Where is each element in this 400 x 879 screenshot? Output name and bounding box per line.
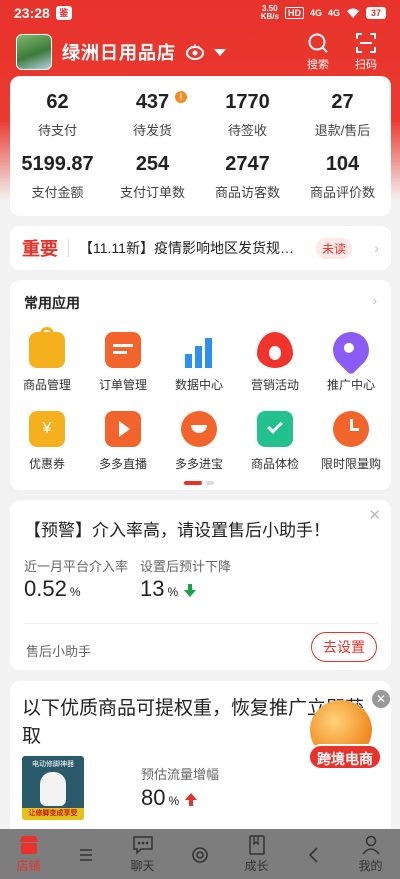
- app-live-stream[interactable]: 多多直播: [86, 411, 160, 472]
- tab-menu[interactable]: [57, 829, 114, 879]
- close-icon[interactable]: ✕: [372, 690, 390, 708]
- announcement-text: 【11.11新】疫情影响地区发货规…: [79, 240, 294, 256]
- signal-4g-2: 4G: [327, 8, 340, 18]
- shopping-bag-icon: [29, 327, 65, 368]
- tab-chat[interactable]: 聊天: [114, 829, 171, 879]
- rocket-icon: [325, 324, 377, 376]
- important-tag: 重要: [22, 239, 58, 259]
- app-product-check[interactable]: 商品体检: [238, 411, 312, 472]
- chevron-down-icon[interactable]: [214, 48, 226, 56]
- announcement-bar[interactable]: 重要 【11.11新】疫情影响地区发货规… 未读 ›: [10, 226, 391, 270]
- stat-product-visitors[interactable]: 2747 商品访客数: [200, 153, 295, 201]
- app-promotion-center[interactable]: 推广中心: [314, 324, 388, 393]
- status-bar: 23:28 鉴 3.50 KB/s HD 4G 4G 37: [0, 0, 400, 26]
- alert-badge: !: [175, 91, 187, 103]
- metric-label: 预估流量增幅: [141, 767, 220, 782]
- app-flash-sale[interactable]: 限时限量购: [314, 411, 388, 472]
- search-label: 搜索: [307, 59, 329, 71]
- set-up-button[interactable]: 去设置: [311, 632, 377, 662]
- bar-chart-icon: [181, 332, 217, 368]
- arrow-up-icon: [185, 792, 198, 806]
- assistant-label: 售后小助手: [26, 644, 92, 659]
- app-data-center[interactable]: 数据中心: [162, 332, 236, 393]
- metric-value: 80%: [141, 785, 198, 811]
- shop-avatar[interactable]: [16, 34, 52, 70]
- tab-home[interactable]: [171, 829, 228, 879]
- chevron-right-icon: ›: [374, 240, 379, 256]
- coupon-icon: ¥: [29, 411, 65, 447]
- person-icon: [361, 835, 380, 855]
- scroll-icon: [105, 332, 141, 368]
- warning-title: 【预警】介入率高，请设置售后小助手！: [24, 521, 330, 540]
- metric-value: 13%: [140, 576, 197, 602]
- tab-shop[interactable]: 店铺: [0, 829, 57, 879]
- stat-pending-payment[interactable]: 62 待支付: [10, 91, 105, 139]
- shop-name[interactable]: 绿洲日用品店: [62, 39, 176, 65]
- search-icon: [308, 33, 328, 53]
- wifi-icon: [346, 8, 359, 18]
- bottom-tab-bar: 店铺 聊天 成长 我的: [0, 829, 400, 879]
- scan-label: 扫码: [355, 59, 377, 71]
- stat-paid-orders[interactable]: 254 支付订单数: [105, 153, 200, 201]
- net-speed: 3.50 KB/s: [260, 4, 279, 21]
- signal-4g-1: 4G: [309, 8, 322, 18]
- common-apps-card: 常用应用 › 商品管理 订单管理 数据中心 营销活动 推广中心 ¥ 优惠券 多多…: [10, 280, 391, 490]
- hd-icon: HD: [284, 7, 304, 19]
- metric-value: 0.52%: [24, 576, 81, 601]
- product-thumbnail[interactable]: 电动修脚神器 让修脚变成享受: [22, 756, 84, 820]
- app-notification-icon: 鉴: [55, 6, 72, 20]
- play-icon: [105, 411, 141, 447]
- tab-growth[interactable]: 成长: [228, 829, 285, 879]
- book-icon: [248, 835, 265, 855]
- stats-card: 62 待支付 437 待发货 ! 1770 待签收 27 退款/售后 5199.…: [10, 76, 391, 216]
- scan-button[interactable]: 扫码: [346, 30, 386, 72]
- cross-border-label: 跨境电商: [308, 744, 382, 770]
- section-title: 常用应用: [24, 295, 80, 311]
- battery-indicator: 37: [365, 7, 386, 19]
- check-bag-icon: [257, 411, 293, 447]
- stat-refunds[interactable]: 27 退款/售后: [295, 91, 390, 139]
- search-button[interactable]: 搜索: [298, 30, 338, 72]
- unread-badge: 未读: [316, 237, 353, 259]
- page-indicator: [184, 481, 214, 485]
- stat-pending-receipt[interactable]: 1770 待签收: [200, 91, 295, 139]
- tab-back[interactable]: [285, 829, 342, 879]
- treasure-icon: [181, 411, 217, 447]
- shop-icon: [19, 836, 38, 854]
- tab-me[interactable]: 我的: [342, 829, 399, 879]
- flame-icon: [257, 332, 293, 368]
- eye-icon[interactable]: [186, 43, 204, 61]
- scan-icon: [356, 33, 376, 53]
- home-circle-icon: [191, 847, 208, 863]
- clock-icon: [333, 411, 369, 447]
- close-icon[interactable]: ✕: [368, 506, 381, 524]
- app-marketing[interactable]: 营销活动: [238, 332, 312, 393]
- app-order-management[interactable]: 订单管理: [86, 332, 160, 393]
- app-coupons[interactable]: ¥ 优惠券: [10, 411, 84, 472]
- app-duoduo-jinbao[interactable]: 多多进宝: [162, 411, 236, 472]
- divider: [24, 623, 377, 624]
- stat-pending-shipment[interactable]: 437 待发货 !: [105, 91, 200, 139]
- divider: [68, 239, 69, 257]
- status-right: 3.50 KB/s HD 4G 4G 37: [261, 5, 386, 21]
- arrow-down-icon: [184, 583, 197, 597]
- stat-product-reviews[interactable]: 104 商品评价数: [295, 153, 390, 201]
- app-product-management[interactable]: 商品管理: [10, 327, 84, 393]
- chat-icon: [132, 836, 153, 855]
- shop-header: 绿洲日用品店 搜索 扫码: [0, 30, 400, 74]
- status-time: 23:28: [14, 5, 50, 21]
- cross-border-badge[interactable]: 跨境电商: [304, 700, 384, 772]
- chevron-right-icon[interactable]: ›: [372, 292, 377, 308]
- metric-label: 设置后预计下降: [140, 559, 232, 574]
- back-icon: [308, 847, 318, 863]
- menu-icon: [79, 849, 92, 861]
- stat-payment-amount[interactable]: 5199.87 支付金额: [10, 153, 105, 201]
- warning-card: ✕ 【预警】介入率高，请设置售后小助手！ 近一月平台介入率 0.52% 设置后预…: [10, 500, 391, 670]
- metric-label: 近一月平台介入率: [24, 559, 129, 574]
